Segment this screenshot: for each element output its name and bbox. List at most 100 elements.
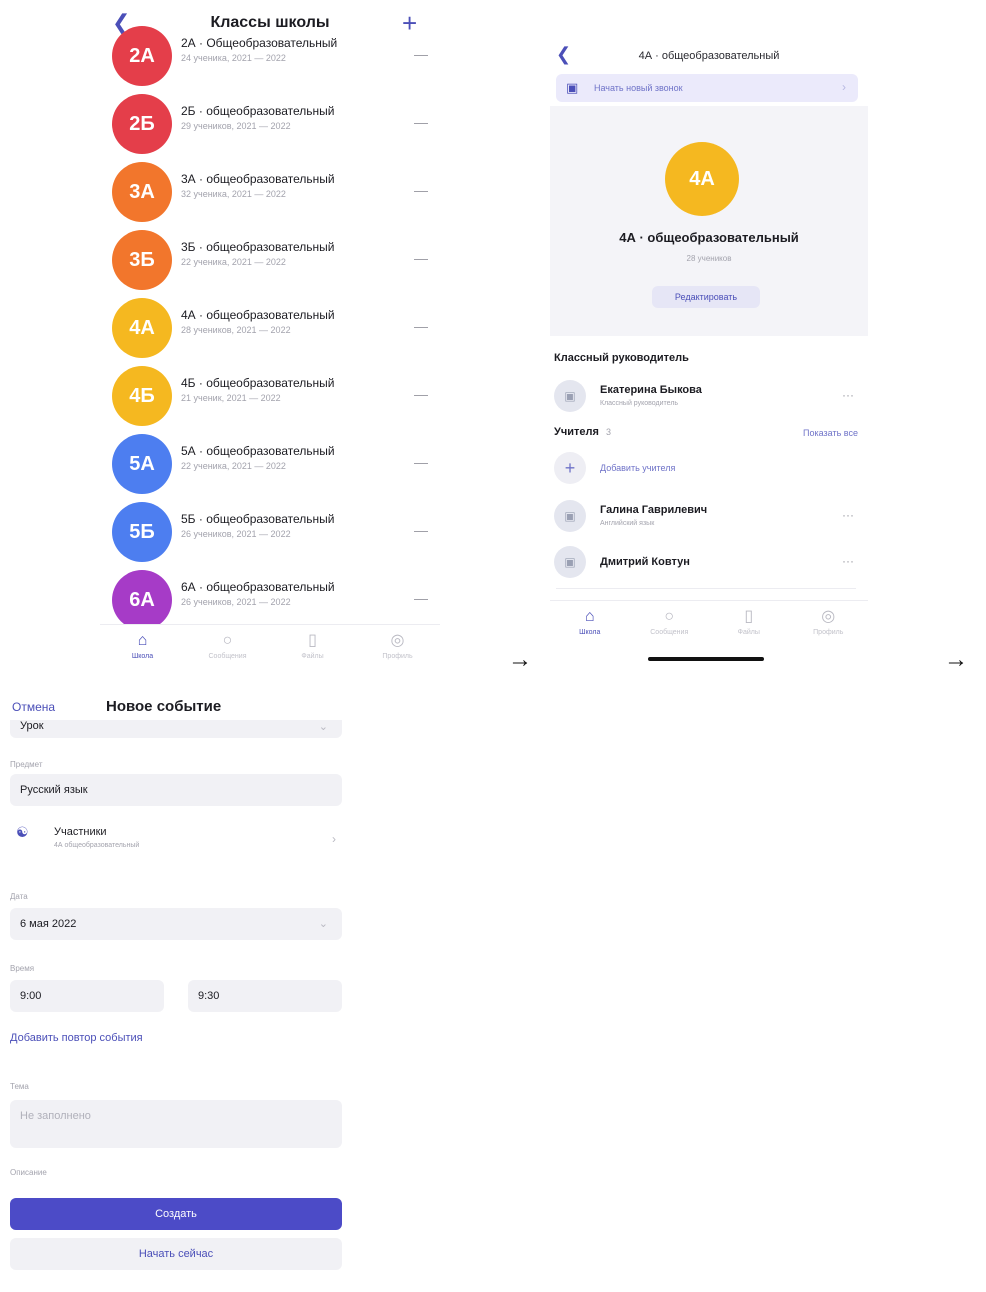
class-avatar: 2A <box>112 26 172 86</box>
tab-file[interactable]: ▯ Файлы <box>719 607 779 636</box>
flow-arrow: → <box>508 646 532 673</box>
tab-chat[interactable]: ○ Сообщения <box>639 607 699 636</box>
show-all-teachers-link[interactable]: Показать все <box>803 428 858 438</box>
teacher-name: Дмитрий Ковтун <box>600 556 690 568</box>
start-call-button[interactable]: ▣ Начать новый звонок › <box>556 74 858 102</box>
date-label: Дата <box>10 892 28 901</box>
class-name: 4Б · общеобразовательный <box>181 376 335 390</box>
tab-label: Файлы <box>737 629 760 636</box>
teacher-role: Классный руководитель <box>600 400 679 407</box>
tab-profile[interactable]: ◎ Профиль <box>798 607 858 636</box>
teacher-row[interactable]: ▣ Галина Гаврилевич Английский язык ··· <box>550 496 868 536</box>
class-list-item[interactable]: 5A 5А · общеобразовательный 22 ученика, 20… <box>100 430 440 498</box>
chat-icon: ○ <box>222 632 233 649</box>
start-time-field[interactable]: 9:00 <box>10 980 164 1012</box>
more-icon[interactable]: — <box>414 114 428 130</box>
class-meta: 26 учеников, 2021 — 2022 <box>181 529 291 539</box>
participants-row[interactable]: ☯ Участники 4А общеобразовательный › <box>10 822 342 856</box>
teacher-row[interactable]: ▣ Дмитрий Ковтун ··· <box>550 542 868 582</box>
topic-label: Тема <box>10 1082 29 1091</box>
class-name: 3Б · общеобразовательный <box>181 240 335 254</box>
class-name: 4А · общеобразовательный <box>619 230 799 245</box>
class-list-item[interactable]: 3Б 3Б · общеобразовательный 22 ученика, 20… <box>100 226 440 294</box>
event-type-value: Урок <box>20 720 44 732</box>
class-list-item[interactable]: 2Б 2Б · общеобразовательный 29 учеников, 2… <box>100 90 440 158</box>
tab-label: Сообщения <box>650 629 689 636</box>
class-meta: 28 учеников, 2021 — 2022 <box>181 325 291 335</box>
more-icon[interactable]: — <box>414 250 428 266</box>
class-list-item[interactable]: 2A 2А · Общеобразовательный 24 ученика, 20… <box>100 22 440 90</box>
date-value: 6 мая 2022 <box>20 918 77 930</box>
tab-label: Школа <box>579 629 601 636</box>
participants-label: Участники <box>54 826 107 838</box>
participants-value: 4А общеобразовательный <box>54 842 140 849</box>
more-icon[interactable]: — <box>414 182 428 198</box>
tab-label: Профиль <box>813 629 844 636</box>
homeroom-teacher-row[interactable]: ▣ Екатерина Быкова Классный руководитель… <box>550 376 868 416</box>
end-time-value: 9:30 <box>198 990 220 1002</box>
more-icon[interactable]: — <box>414 46 428 62</box>
create-button[interactable]: Создать <box>10 1198 342 1230</box>
class-name: 3А · общеобразовательный <box>181 172 335 186</box>
class-avatar: 2Б <box>112 94 172 154</box>
teachers-count: 3 <box>605 427 611 437</box>
teacher-role: Английский язык <box>600 520 655 527</box>
more-icon[interactable]: ··· <box>842 554 854 568</box>
class-name: 5Б · общеобразовательный <box>181 512 335 526</box>
new-event-screen: Отмена Новое событие Урок ⌄ Предмет Русс… <box>0 692 350 1292</box>
subject-field[interactable]: Русский язык <box>10 774 342 806</box>
end-time-field[interactable]: 9:30 <box>188 980 342 1012</box>
school-icon: ⌂ <box>137 632 148 649</box>
tab-label: Профиль <box>382 653 413 660</box>
avatar: ▣ <box>554 380 586 412</box>
date-field[interactable]: 6 мая 2022 ⌄ <box>10 908 342 940</box>
cancel-button[interactable]: Отмена <box>12 700 55 714</box>
class-list-item[interactable]: 4A 4А · общеобразовательный 28 учеников, 2… <box>100 294 440 362</box>
class-avatar: 6A <box>112 570 172 630</box>
class-avatar: 4A <box>112 298 172 358</box>
class-avatar: 3A <box>112 162 172 222</box>
tab-school[interactable]: ⌂ Школа <box>113 631 173 660</box>
class-list-item[interactable]: 5Б 5Б · общеобразовательный 26 учеников, 2… <box>100 498 440 566</box>
video-call-icon: ▣ <box>566 80 579 95</box>
teachers-heading: Учителя 3 <box>554 426 611 438</box>
more-icon[interactable]: — <box>414 318 428 334</box>
more-icon[interactable]: ··· <box>842 388 854 402</box>
class-list-item[interactable]: 3A 3А · общеобразовательный 32 ученика, 20… <box>100 158 440 226</box>
more-icon[interactable]: — <box>414 590 428 606</box>
class-meta: 26 учеников, 2021 — 2022 <box>181 597 291 607</box>
time-label: Время <box>10 964 35 973</box>
topic-input[interactable]: Не заполнено <box>10 1100 342 1148</box>
chevron-down-icon: ⌄ <box>318 918 328 930</box>
more-icon[interactable]: — <box>414 454 428 470</box>
tab-chat[interactable]: ○ Сообщения <box>198 631 258 660</box>
home-indicator <box>648 657 764 661</box>
class-name: 6А · общеобразовательный <box>181 580 335 594</box>
start-time-value: 9:00 <box>20 990 42 1002</box>
tab-bar: ⌂ Школа ○ Сообщения ▯ Файлы ◎ Профиль <box>100 624 440 671</box>
teachers-heading-label: Учителя <box>554 426 599 438</box>
edit-button[interactable]: Редактировать <box>652 286 760 308</box>
event-type-select[interactable]: Урок ⌄ <box>10 720 342 738</box>
more-icon[interactable]: — <box>414 522 428 538</box>
tab-school[interactable]: ⌂ Школа <box>560 607 620 636</box>
class-meta: 22 ученика, 2021 — 2022 <box>181 461 286 471</box>
start-now-button[interactable]: Начать сейчас <box>10 1238 342 1270</box>
tab-label: Файлы <box>301 653 324 660</box>
class-card: 4A 4А · общеобразовательный 28 учеников … <box>550 106 868 336</box>
more-icon[interactable]: ··· <box>842 508 854 522</box>
add-repeat-link[interactable]: Добавить повтор события <box>10 1032 143 1044</box>
tab-profile[interactable]: ◎ Профиль <box>368 631 428 660</box>
student-count: 28 учеников <box>686 254 732 263</box>
page-title: Новое событие <box>106 698 222 715</box>
plus-icon: + <box>554 452 586 484</box>
page-title: 4А · общеобразовательный <box>638 50 780 62</box>
tab-file[interactable]: ▯ Файлы <box>283 631 343 660</box>
more-icon[interactable]: — <box>414 386 428 402</box>
add-teacher-button[interactable]: + Добавить учителя <box>550 448 868 488</box>
class-meta: 24 ученика, 2021 — 2022 <box>181 53 286 63</box>
class-list-item[interactable]: 4Б 4Б · общеобразовательный 21 ученик, 202… <box>100 362 440 430</box>
class-name: 5А · общеобразовательный <box>181 444 335 458</box>
subject-value: Русский язык <box>20 784 88 796</box>
class-name: 2Б · общеобразовательный <box>181 104 335 118</box>
